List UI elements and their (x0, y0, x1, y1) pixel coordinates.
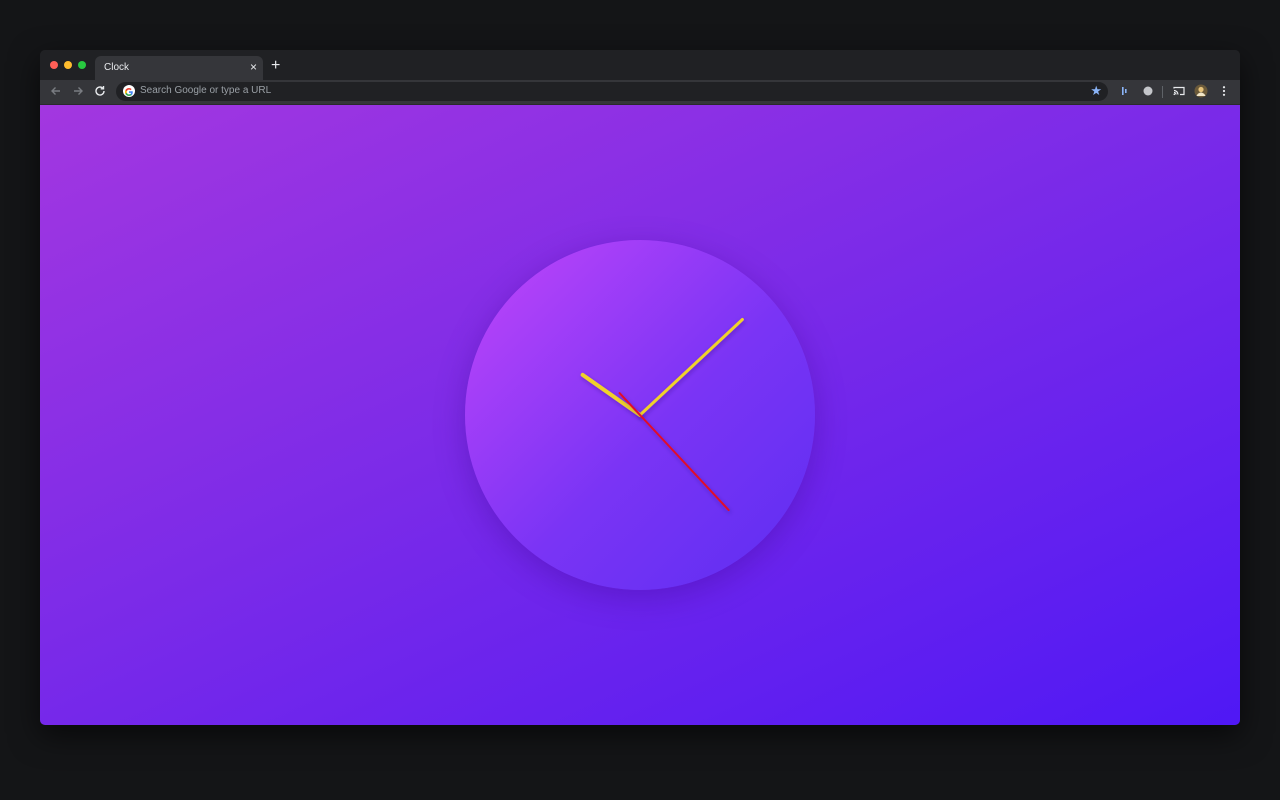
hour-hand (580, 372, 642, 417)
reload-icon (95, 86, 105, 96)
clock-page (40, 105, 1240, 725)
second-hand (618, 392, 730, 512)
reload-button[interactable] (93, 84, 107, 98)
address-bar[interactable]: Search Google or type a URL ★ (116, 82, 1108, 101)
toolbar-divider (1162, 86, 1163, 98)
extension-circle-icon[interactable] (1141, 84, 1155, 98)
tab-title: Clock (104, 62, 130, 73)
minimize-window-button[interactable] (64, 61, 72, 69)
title-bar: Clock × + (40, 50, 1240, 80)
clock-hands (580, 318, 744, 512)
zoom-window-button[interactable] (78, 61, 86, 69)
back-button[interactable] (49, 84, 63, 98)
new-tab-button[interactable]: + (271, 58, 280, 74)
tab-clock[interactable]: Clock × (95, 56, 263, 80)
omnibox-placeholder: Search Google or type a URL (140, 85, 272, 96)
forward-button[interactable] (71, 84, 85, 98)
browser-window: Clock × + Search Google or type a URL ★ (40, 50, 1240, 725)
cast-icon[interactable] (1172, 84, 1186, 98)
extension-bars-icon[interactable] (1119, 84, 1133, 98)
close-icon[interactable]: × (250, 60, 257, 74)
star-icon[interactable]: ★ (1090, 83, 1102, 99)
toolbar: Search Google or type a URL ★ (40, 80, 1240, 105)
google-icon (123, 85, 135, 97)
minute-hand (638, 318, 744, 417)
close-window-button[interactable] (50, 61, 58, 69)
arrow-left-icon (51, 87, 60, 95)
arrow-right-icon (74, 87, 83, 95)
profile-avatar[interactable] (1194, 84, 1208, 98)
menu-icon[interactable] (1217, 84, 1231, 98)
